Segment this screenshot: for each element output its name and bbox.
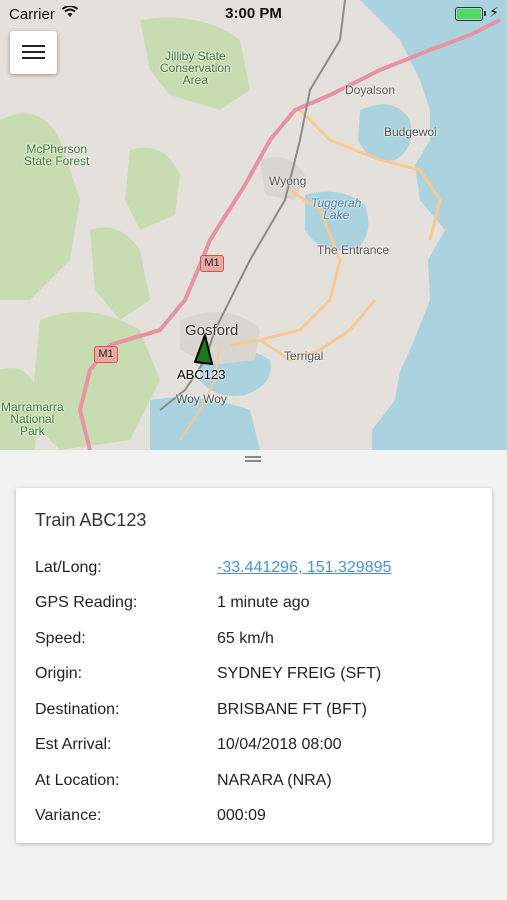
info-value: SYDNEY FREIG (SFT) <box>217 665 382 682</box>
map-label-gosford: Gosford <box>185 322 239 339</box>
info-label: Est Arrival: <box>35 736 112 753</box>
info-label: Origin: <box>35 665 83 682</box>
charging-bolt-icon: ⚡ <box>489 4 499 20</box>
train-marker-label[interactable]: ABC123 <box>177 367 225 382</box>
map-label-tuggerah: Tuggerah Lake <box>311 196 362 222</box>
map-label-woy-woy: Woy Woy <box>176 392 227 406</box>
status-time: 3:00 PM <box>225 5 282 22</box>
train-info-card: Train ABC123 Lat/Long: -33.441296, 151.3… <box>16 488 492 843</box>
m1-shield-b: M1 <box>94 346 118 363</box>
info-value: 10/04/2018 08:00 <box>217 736 342 753</box>
map-label-marramarra: Marramarra National Park <box>1 400 64 438</box>
info-label: At Location: <box>35 772 120 789</box>
info-label: Speed: <box>35 630 86 647</box>
map-label-the-entrance: The Entrance <box>317 243 390 257</box>
info-label: GPS Reading: <box>35 594 138 611</box>
map-view[interactable]: Jilliby State Conservation Area McPherson S… <box>0 0 507 450</box>
info-value: NARARA (NRA) <box>217 772 332 789</box>
drag-handle-icon[interactable] <box>245 456 261 458</box>
info-value: BRISBANE FT (BFT) <box>217 701 367 718</box>
m1-shield-a: M1 <box>200 255 224 272</box>
map-label-jilliby: Jilliby State Conservation Area <box>160 49 231 87</box>
info-label: Lat/Long: <box>35 559 102 576</box>
map-label-wyong: Wyong <box>269 174 307 188</box>
latlong-link[interactable]: -33.441296, 151.329895 <box>217 559 391 577</box>
battery-icon <box>455 7 486 21</box>
hamburger-icon-line <box>22 57 45 59</box>
info-value: 000:09 <box>217 807 266 824</box>
hamburger-icon-line <box>22 51 45 53</box>
hamburger-icon <box>22 45 45 47</box>
map-label-mcpherson: McPherson State Forest <box>24 142 90 168</box>
menu-button[interactable] <box>10 31 57 74</box>
train-title: Train ABC123 <box>35 510 147 530</box>
info-label: Variance: <box>35 807 102 824</box>
map-label-budgewoi: Budgewoi <box>384 125 437 139</box>
map-label-doyalson: Doyalson <box>345 83 396 97</box>
status-bar: Carrier 3:00 PM ⚡ <box>0 0 507 28</box>
info-label: Destination: <box>35 701 120 718</box>
info-value: 1 minute ago <box>217 594 310 611</box>
info-value: 65 km/h <box>217 630 274 647</box>
map-label-terrigal: Terrigal <box>284 349 324 363</box>
map-tiles <box>0 0 507 450</box>
